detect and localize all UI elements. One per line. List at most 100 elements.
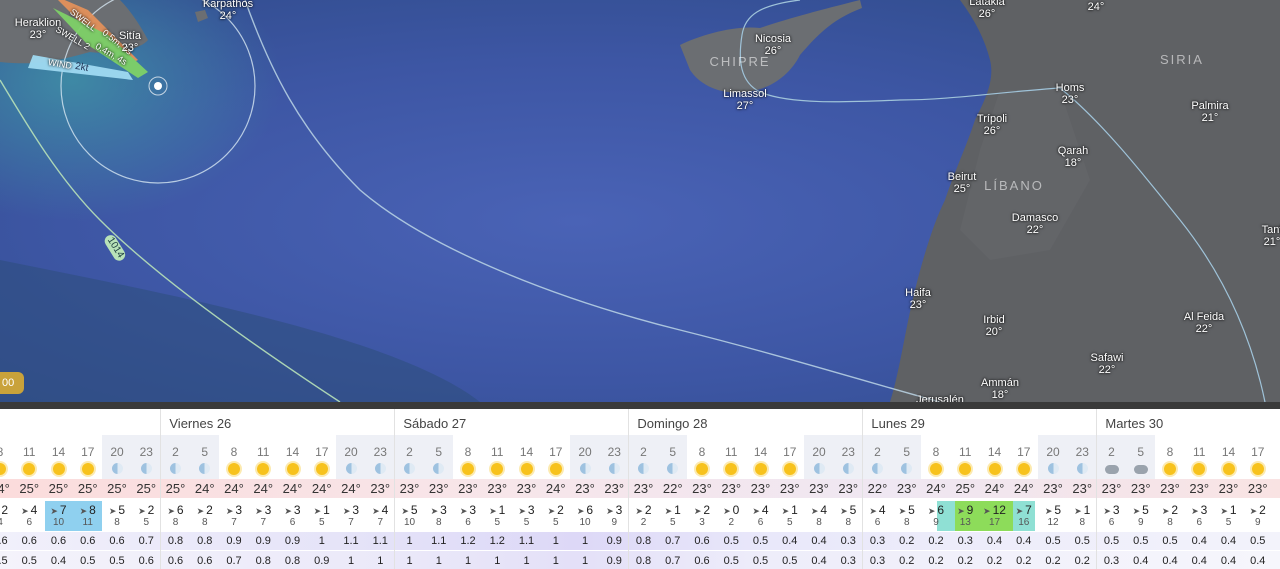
wave-height: 0.4 (1191, 535, 1207, 547)
place-label-heraklion[interactable]: Heraklion 23° (15, 17, 61, 41)
hour-label: 8 (1166, 445, 1174, 459)
weather-moon-icon (344, 462, 358, 476)
temperature-value: 23° (838, 481, 859, 496)
wind-cell: ➤ 6 (167, 503, 183, 517)
wind-gust: 6 (874, 517, 881, 528)
temperature-value: 24° (311, 481, 332, 496)
wind-cell: ➤ 4 (811, 503, 827, 517)
weather-sun-icon (1251, 462, 1265, 476)
place-label-latakia[interactable]: Latakia 26° (969, 0, 1004, 20)
temperature-value: 24° (1013, 481, 1034, 496)
place-label-homs[interactable]: Homs 23° (1056, 82, 1085, 106)
place-label-amman[interactable]: Ammán 18° (981, 377, 1019, 401)
day-header[interactable]: Lunes 29 (871, 416, 925, 431)
swell-height: 0.5 (109, 555, 125, 567)
wind-speed: 5 (908, 503, 915, 517)
temperature-value: 24° (0, 481, 10, 496)
wave-height: 1.1 (431, 535, 447, 547)
temperature-value: 23° (575, 481, 595, 496)
weather-moon-icon (900, 462, 914, 476)
place-temp: 18° (1064, 157, 1082, 169)
place-label-jerusalen[interactable]: Jerusalén (916, 394, 964, 402)
swell-height: 0.4 (1191, 555, 1207, 567)
wind-gust: 8 (201, 517, 208, 528)
wind-gust: 6 (26, 517, 33, 528)
wind-speed: 6 (937, 503, 945, 517)
temperature-value: 25° (19, 481, 40, 496)
wind-direction-icon: ➤ (196, 506, 205, 516)
wind-speed: 3 (264, 503, 272, 517)
wind-direction-icon: ➤ (372, 506, 380, 516)
place-name: Karpathos (202, 0, 254, 10)
temperature-value: 23° (750, 481, 771, 496)
timeline-chip[interactable]: 00 (0, 372, 24, 394)
hour-label: 20 (344, 445, 358, 459)
hour-label: 17 (549, 445, 563, 459)
place-label-nicosia[interactable]: Nicosia 26° (755, 33, 791, 57)
place-label-damasco[interactable]: Damasco 22° (1012, 212, 1058, 236)
place-label-sitia[interactable]: Sitía 23° (119, 30, 141, 54)
swell-height: 0.5 (782, 555, 798, 567)
wind-direction-icon: ➤ (225, 506, 234, 516)
wave-height: 0.2 (928, 535, 944, 547)
wind-direction-icon: ➤ (518, 506, 526, 516)
wind-cell: ➤ 1 (782, 503, 798, 517)
weather-moon-icon (139, 462, 153, 476)
place-label-irbid[interactable]: Irbid 20° (983, 314, 1004, 338)
place-name: Latakia (969, 0, 1005, 8)
temperature-value: 23° (896, 481, 917, 496)
place-label-safawi[interactable]: Safawi 22° (1090, 352, 1123, 376)
place-label-haifa[interactable]: Haifa 23° (905, 287, 931, 311)
wind-speed: 12 (992, 503, 1006, 517)
weather-map[interactable]: 1014 SWELL 0.5m, 4s SWELL 2 0.4m, 4s WIN… (0, 0, 1280, 402)
hour-label: 23 (841, 445, 855, 459)
place-label-topright[interactable]: 24° (1088, 1, 1105, 13)
wind-cell: ➤ 4 (869, 503, 885, 517)
wind-cell: ➤ 3 (606, 503, 622, 517)
wind-speed: 3 (352, 503, 360, 517)
wind-direction-icon: ➤ (664, 506, 673, 516)
temperature-value: 24° (224, 481, 244, 496)
hour-label: 20 (578, 445, 592, 459)
place-temp: 22° (1098, 364, 1116, 376)
weather-sun-icon (783, 462, 797, 476)
wind-cell: ➤ 3 (460, 503, 476, 517)
wave-height: 0.4 (1016, 535, 1032, 547)
temperature-value: 23° (721, 481, 742, 496)
place-label-alfeida[interactable]: Al Feida 22° (1184, 311, 1224, 335)
hour-label: 14 (987, 445, 1002, 459)
day-header[interactable]: Sábado 27 (403, 416, 466, 431)
place-label-palmira[interactable]: Palmira 21° (1191, 100, 1228, 124)
wave-height: 0.6 (21, 535, 37, 547)
wind-gust: 10 (403, 517, 416, 528)
place-label-qarah[interactable]: Qarah 18° (1058, 145, 1089, 169)
place-temp: 23° (909, 299, 927, 311)
wind-direction-icon: ➤ (79, 506, 88, 516)
weather-sun-icon (286, 462, 300, 476)
place-label-tripoli[interactable]: Trípoli 26° (977, 113, 1007, 137)
day-header[interactable]: Martes 30 (1105, 416, 1163, 431)
wave-height: 0.5 (1250, 535, 1266, 547)
day-header[interactable]: Domingo 28 (637, 416, 707, 431)
wind-direction-icon: ➤ (1103, 506, 1111, 516)
temperature-value: 23° (516, 481, 537, 496)
temperature-value: 23° (370, 481, 391, 496)
wind-direction-icon: ➤ (1249, 506, 1258, 516)
weather-moon-icon (373, 462, 387, 476)
weather-sun-icon (52, 462, 66, 476)
day-header[interactable]: Viernes 26 (169, 416, 231, 431)
wind-direction-icon: ➤ (1015, 506, 1024, 516)
wind-speed: 7 (59, 503, 67, 517)
place-temp: 22° (1026, 224, 1044, 236)
wind-speed: 5 (410, 503, 418, 517)
timeline-divider[interactable] (0, 402, 1280, 409)
place-label-karpathos[interactable]: Karpathos 24° (203, 0, 253, 22)
wind-cell: ➤ 6 (928, 503, 944, 517)
wind-direction-icon: ➤ (1074, 506, 1082, 516)
place-label-tanf[interactable]: Tanf21° (1262, 224, 1280, 248)
weather-sun-icon (958, 462, 972, 476)
swell-height: 1 (523, 555, 530, 567)
wind-direction-icon: ➤ (606, 506, 614, 516)
place-label-limassol[interactable]: Limassol 27° (723, 88, 766, 112)
place-label-beirut[interactable]: Beirut 25° (948, 171, 977, 195)
